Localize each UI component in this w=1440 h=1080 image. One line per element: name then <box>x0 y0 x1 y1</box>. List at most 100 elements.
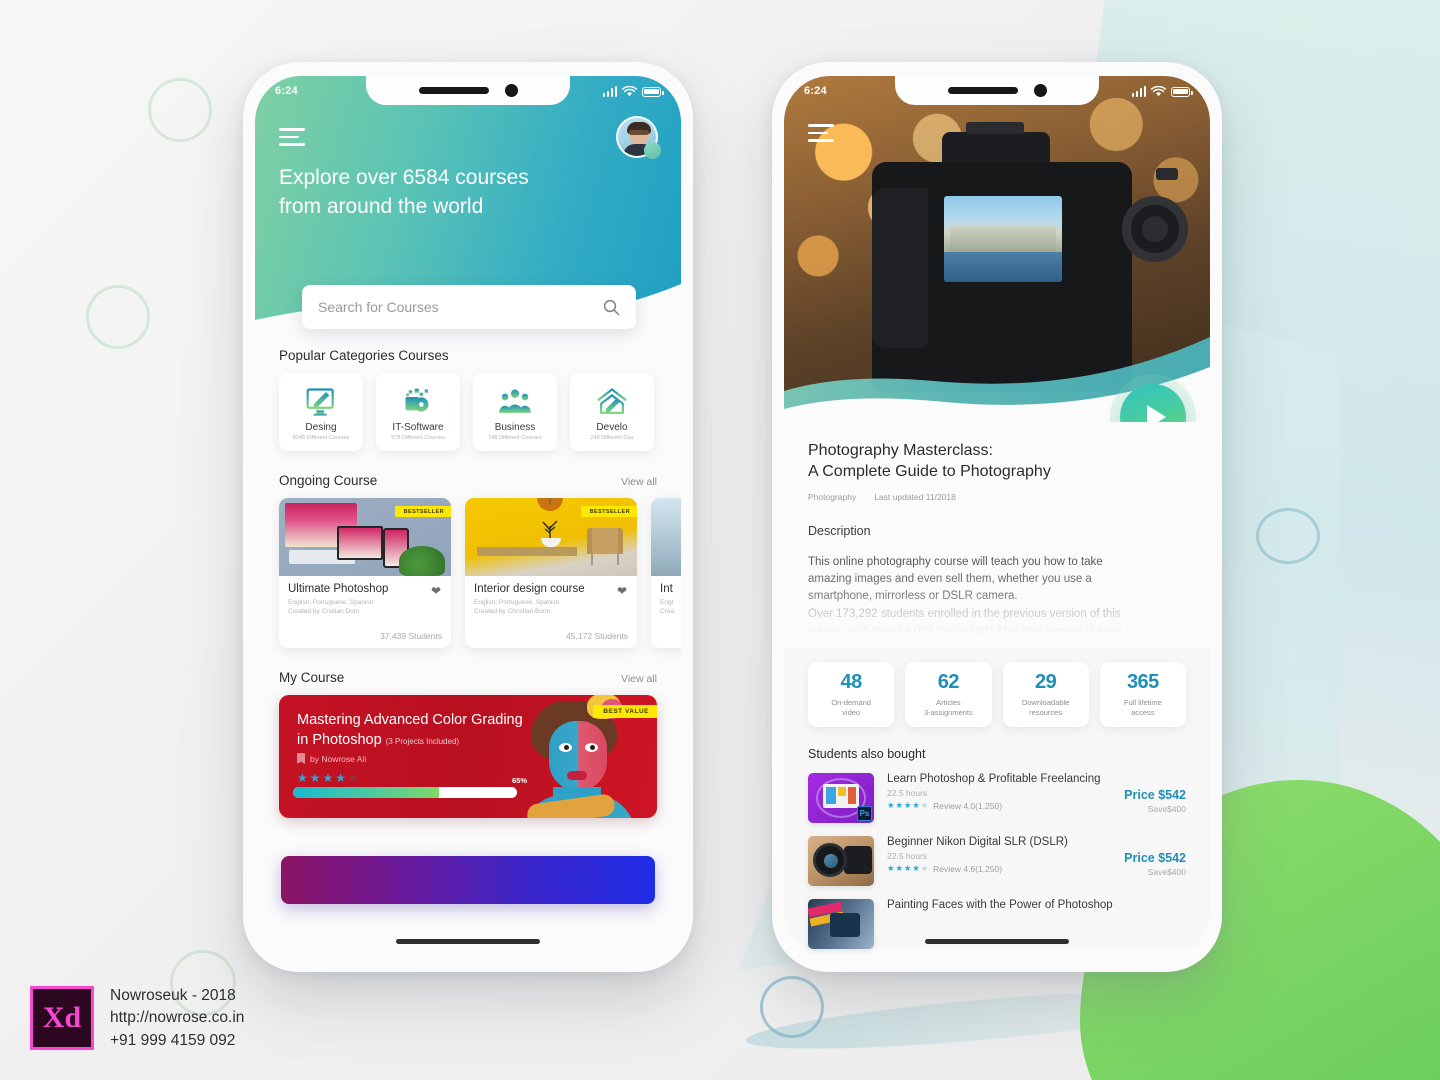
heart-icon[interactable]: ❤ <box>431 584 441 598</box>
list-item[interactable]: Beginner Nikon Digital SLR (DSLR) 22.5 h… <box>808 836 1186 887</box>
category-card-it-software[interactable]: IT-Software 578 Different Courses <box>376 373 460 451</box>
course-title: Interior design course <box>474 583 585 595</box>
category-name: Desing <box>305 422 337 433</box>
list-item[interactable]: Ps Learn Photoshop & Profitable Freelanc… <box>808 773 1186 824</box>
item-title: Beginner Nikon Digital SLR (DSLR) <box>887 836 1068 849</box>
course-card[interactable]: BESTSELLER Ultimate Photoshop ❤ English,… <box>279 498 451 648</box>
home-body: Popular Categories Courses Desing 8248 D… <box>255 348 681 909</box>
course-thumbnail <box>808 899 874 950</box>
course-thumbnail: BESTSELLER <box>465 498 637 576</box>
course-detail-block: Photography Masterclass: A Complete Guid… <box>784 422 1210 648</box>
screen-home: Explore over 6584 courses from around th… <box>255 76 681 958</box>
stat-card-downloadable-resources[interactable]: 29 Downloadable resources <box>1002 662 1089 728</box>
design-monitor-pencil-icon <box>306 388 334 416</box>
decorative-circle-blue-1 <box>760 976 824 1038</box>
category-sub: 748 Different Courses <box>488 435 542 441</box>
adobe-xd-logo: Xd <box>30 986 94 1051</box>
item-title: Painting Faces with the Power of Photosh… <box>887 899 1113 912</box>
course-card-body: Int Engl Crea <box>651 576 681 648</box>
camera-mode-dial <box>1122 196 1188 262</box>
star-rating-icon: ★★★★★ <box>887 863 930 874</box>
ongoing-view-all-link[interactable]: View all <box>621 476 657 488</box>
course-author: Crea <box>660 607 675 615</box>
item-save: Save$400 <box>1147 804 1186 815</box>
decorative-circle-blue-2 <box>1256 508 1320 564</box>
course-author: Created by Christian Borin <box>474 607 551 615</box>
stat-label: Articles 3-assignments <box>923 698 973 718</box>
page-background <box>0 0 1440 1080</box>
course-card-body: Interior design course ❤ English, Portug… <box>465 576 637 648</box>
category-name: Develo <box>596 422 628 433</box>
course-detail-title: Photography Masterclass: A Complete Guid… <box>808 440 1186 483</box>
category-card-design[interactable]: Desing 8248 Different Courses <box>279 373 363 451</box>
item-price-block: Price $542 Save$400 <box>1124 851 1186 877</box>
footer-line-1: Nowroseuk - 2018 <box>110 986 236 1004</box>
course-hero-image: 6:24 <box>784 76 1210 422</box>
my-course-header: My Course View all <box>279 670 657 685</box>
course-students: 45,172 Students <box>566 631 628 641</box>
course-students: 37,439 Students <box>380 631 442 641</box>
course-languages: English, Portuguese, Spanish <box>288 599 374 606</box>
stat-number: 29 <box>1035 671 1057 693</box>
course-thumbnail: BESTSELLER <box>279 498 451 576</box>
phone-mockup-course-detail: 6:24 Photography Masterclass: A Complete… <box>772 62 1222 972</box>
device-notch <box>366 76 570 105</box>
category-card-business[interactable]: Business 748 Different Courses <box>473 373 557 451</box>
search-icon[interactable] <box>603 299 620 316</box>
item-price: Price $542 <box>1124 851 1186 866</box>
stat-label: Full lifetime access <box>1123 698 1162 718</box>
stat-number: 365 <box>1126 671 1159 693</box>
stat-card-articles[interactable]: 62 Articles 3-assignments <box>905 662 992 728</box>
footer-line-3: +91 999 4159 092 <box>110 1031 236 1049</box>
headline-line-1: Explore over 6584 courses <box>279 165 529 189</box>
course-card[interactable]: BESTSELLER Interior design course ❤ Engl… <box>465 498 637 648</box>
bookmark-icon <box>297 753 305 764</box>
ongoing-course-header: Ongoing Course View all <box>279 473 657 488</box>
signal-bars-icon <box>602 85 617 97</box>
bestseller-badge: BESTSELLER <box>394 506 451 517</box>
development-house-icon <box>597 388 627 414</box>
camera-hotshoe <box>966 122 1024 134</box>
banner-title-line-2: in Photoshop <box>297 731 382 748</box>
avatar-status-dot <box>644 142 661 159</box>
footer-line-2[interactable]: http://nowrose.co.in <box>110 1007 244 1029</box>
categories-row[interactable]: Desing 8248 Different Courses IT-Softwar… <box>279 373 657 451</box>
heart-icon[interactable]: ❤ <box>617 584 627 598</box>
device-notch <box>895 76 1099 105</box>
description-line-3: smartphone, mirrorless or DSLR camera. <box>808 590 1018 603</box>
my-course-banner[interactable]: BEST VALUE Mastering Advanced Color Grad… <box>279 695 657 818</box>
hamburger-menu-icon[interactable] <box>808 124 834 147</box>
description-line-5: course, with over 14,000 top ratings! Th… <box>808 625 1123 638</box>
course-languages: English, Portuguese, Spanish <box>474 599 560 606</box>
course-title: Ultimate Photoshop <box>288 583 389 595</box>
hamburger-menu-icon[interactable] <box>279 128 305 146</box>
search-bar[interactable] <box>302 285 636 329</box>
my-course-progress-fill <box>293 787 439 798</box>
course-thumbnail: Ps <box>808 773 874 824</box>
star-rating-icon: ★★★★★ <box>887 800 930 811</box>
status-time: 6:24 <box>275 85 298 97</box>
cta-button[interactable] <box>281 856 655 904</box>
item-price-block: Price $542 Save$400 <box>1124 788 1186 814</box>
popular-categories-title: Popular Categories Courses <box>279 348 449 363</box>
detail-title-line-2: A Complete Guide to Photography <box>808 463 1051 481</box>
phone-mockup-home: Explore over 6584 courses from around th… <box>243 62 693 972</box>
my-course-title: My Course <box>279 670 345 685</box>
best-value-badge: BEST VALUE <box>593 705 657 718</box>
headline-line-2: from around the world <box>279 194 484 218</box>
stat-card-ondemand-video[interactable]: 48 On-demand video <box>808 662 895 728</box>
category-card-development[interactable]: Develo 248 Different Cou <box>570 373 654 451</box>
it-software-chip-icon <box>405 388 429 412</box>
stat-label: Downloadable resources <box>1021 698 1070 718</box>
my-course-progress-label: 65% <box>512 776 528 785</box>
search-input[interactable] <box>318 299 603 315</box>
stat-card-full-lifetime-access[interactable]: 365 Full lifetime access <box>1099 662 1186 728</box>
course-card[interactable]: Int Engl Crea <box>651 498 681 648</box>
notch-speaker <box>418 87 489 94</box>
my-course-view-all-link[interactable]: View all <box>621 673 657 685</box>
play-triangle <box>1146 405 1166 422</box>
students-also-bought-section: Students also bought Ps Learn Photoshop … <box>784 727 1210 950</box>
ongoing-courses-row[interactable]: BESTSELLER Ultimate Photoshop ❤ English,… <box>279 498 681 648</box>
item-title: Learn Photoshop & Profitable Freelancing <box>887 773 1101 786</box>
stat-number: 48 <box>840 671 863 693</box>
